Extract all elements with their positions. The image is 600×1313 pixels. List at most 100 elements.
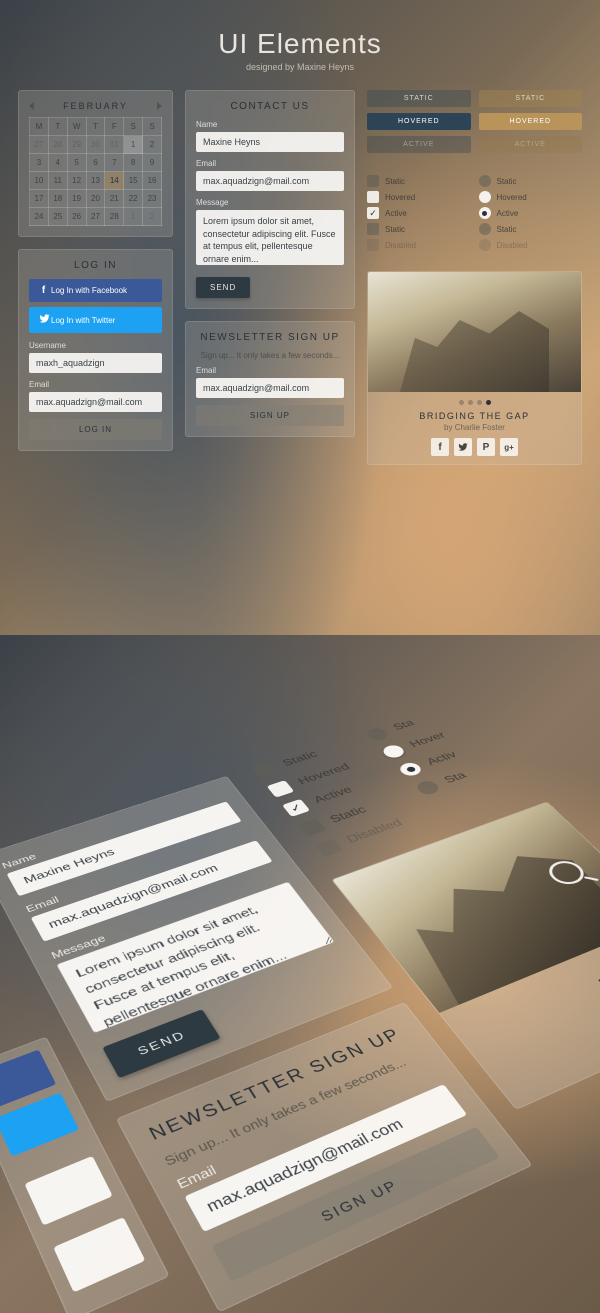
p-radio-hovered[interactable]	[380, 743, 407, 759]
contact-panel: CONTACT US Name Email Message Lorem ipsu…	[185, 90, 355, 309]
calendar-month: FEBRUARY	[63, 101, 128, 111]
calendar-day[interactable]: 28	[105, 208, 124, 226]
contact-name-input[interactable]	[196, 132, 344, 152]
calendar-dow: W	[67, 118, 86, 136]
dot-4[interactable]	[486, 400, 491, 405]
radio-active[interactable]	[479, 207, 491, 219]
username-input[interactable]	[29, 353, 162, 373]
calendar-day[interactable]: 26	[67, 208, 86, 226]
calendar-next-icon[interactable]	[157, 102, 162, 110]
card-title: BRIDGING THE GAP	[376, 411, 573, 421]
calendar-dow: T	[48, 118, 67, 136]
state-static-light-button[interactable]: STATIC	[479, 90, 583, 107]
contact-name-label: Name	[196, 120, 344, 129]
calendar-day[interactable]: 2	[143, 136, 162, 154]
calendar-day[interactable]: 20	[86, 190, 105, 208]
newsletter-email-input[interactable]	[196, 378, 344, 398]
calendar-day[interactable]: 25	[48, 208, 67, 226]
facebook-icon: f	[37, 285, 51, 296]
calendar-day[interactable]: 12	[67, 172, 86, 190]
share-googleplus-icon[interactable]: g+	[500, 438, 518, 456]
p-checkbox-active[interactable]: ✓	[282, 799, 310, 817]
calendar-day[interactable]: 21	[105, 190, 124, 208]
calendar-day[interactable]: 24	[30, 208, 49, 226]
radio-active-label: Active	[497, 209, 519, 218]
contact-message-input[interactable]: Lorem ipsum dolor sit amet, consectetur …	[196, 210, 344, 265]
calendar-dow: F	[105, 118, 124, 136]
checkbox-hovered[interactable]	[367, 191, 379, 203]
calendar-day[interactable]: 7	[105, 154, 124, 172]
p-checkbox-hovered[interactable]	[267, 780, 295, 798]
calendar-day[interactable]: 11	[48, 172, 67, 190]
send-button[interactable]: SEND	[196, 277, 250, 298]
login-twitter-button[interactable]: Log In with Twitter	[29, 307, 162, 333]
login-button[interactable]: LOG IN	[29, 419, 162, 440]
login-facebook-button[interactable]: f Log In with Facebook	[29, 279, 162, 302]
calendar-day[interactable]: 13	[86, 172, 105, 190]
state-static-dark-button[interactable]: STATIC	[367, 90, 471, 107]
page-title: UI Elements	[0, 28, 600, 60]
p-radio-static2[interactable]	[414, 779, 442, 796]
checkbox-active[interactable]: ✓	[367, 207, 379, 219]
radio-disabled-label: Disabled	[497, 241, 528, 250]
calendar-day[interactable]: 3	[30, 154, 49, 172]
state-hovered-dark-button[interactable]: HOVERED	[367, 113, 471, 130]
carousel-dots	[376, 400, 573, 405]
calendar-dow: M	[30, 118, 49, 136]
checkbox-static2[interactable]	[367, 223, 379, 235]
calendar-day[interactable]: 1	[124, 208, 143, 226]
image-card: BRIDGING THE GAP by Charlie Foster f P g…	[367, 271, 582, 465]
share-facebook-icon[interactable]: f	[431, 438, 449, 456]
calendar-panel: FEBRUARY MTWTFSS 27282930311234567891011…	[18, 90, 173, 237]
username-label: Username	[29, 341, 162, 350]
calendar-day[interactable]: 19	[67, 190, 86, 208]
dot-1[interactable]	[459, 400, 464, 405]
page-subtitle: designed by Maxine Heyns	[0, 62, 600, 72]
calendar-day[interactable]: 27	[30, 136, 49, 154]
dot-2[interactable]	[468, 400, 473, 405]
radio-hovered[interactable]	[479, 191, 491, 203]
dot-3[interactable]	[477, 400, 482, 405]
radio-static2[interactable]	[479, 223, 491, 235]
p-checkbox-static2[interactable]	[298, 818, 327, 837]
calendar-day[interactable]: 14	[105, 172, 124, 190]
calendar-day[interactable]: 2	[143, 208, 162, 226]
p-radio-static[interactable]	[364, 726, 391, 742]
p-checkbox-static[interactable]	[252, 762, 279, 779]
login-email-label: Email	[29, 380, 162, 389]
state-active-light-button[interactable]: ACTIVE	[479, 136, 583, 153]
calendar-dow: T	[86, 118, 105, 136]
state-hovered-light-button[interactable]: HOVERED	[479, 113, 583, 130]
calendar-day[interactable]: 30	[86, 136, 105, 154]
calendar-day[interactable]: 31	[105, 136, 124, 154]
calendar-day[interactable]: 4	[48, 154, 67, 172]
state-active-dark-button[interactable]: ACTIVE	[367, 136, 471, 153]
calendar-day[interactable]: 28	[48, 136, 67, 154]
calendar-day[interactable]: 8	[124, 154, 143, 172]
checkbox-static[interactable]	[367, 175, 379, 187]
calendar-day[interactable]: 23	[143, 190, 162, 208]
calendar-prev-icon[interactable]	[29, 102, 34, 110]
share-pinterest-icon[interactable]: P	[477, 438, 495, 456]
calendar-day[interactable]: 6	[86, 154, 105, 172]
calendar-day[interactable]: 10	[30, 172, 49, 190]
p-radio-active[interactable]	[397, 761, 425, 778]
calendar-day[interactable]: 27	[86, 208, 105, 226]
calendar-day[interactable]: 15	[124, 172, 143, 190]
calendar-day[interactable]: 29	[67, 136, 86, 154]
contact-email-input[interactable]	[196, 171, 344, 191]
calendar-day[interactable]: 9	[143, 154, 162, 172]
radio-static[interactable]	[479, 175, 491, 187]
calendar-day[interactable]: 22	[124, 190, 143, 208]
login-email-input[interactable]	[29, 392, 162, 412]
share-twitter-icon[interactable]	[454, 438, 472, 456]
calendar-day[interactable]: 17	[30, 190, 49, 208]
calendar-day[interactable]: 5	[67, 154, 86, 172]
signup-button[interactable]: SIGN UP	[196, 405, 344, 426]
p-checkbox-disabled	[314, 838, 343, 857]
calendar-day[interactable]: 16	[143, 172, 162, 190]
radio-disabled	[479, 239, 491, 251]
calendar-day[interactable]: 18	[48, 190, 67, 208]
calendar-day[interactable]: 1	[124, 136, 143, 154]
search-icon[interactable]	[542, 857, 590, 888]
